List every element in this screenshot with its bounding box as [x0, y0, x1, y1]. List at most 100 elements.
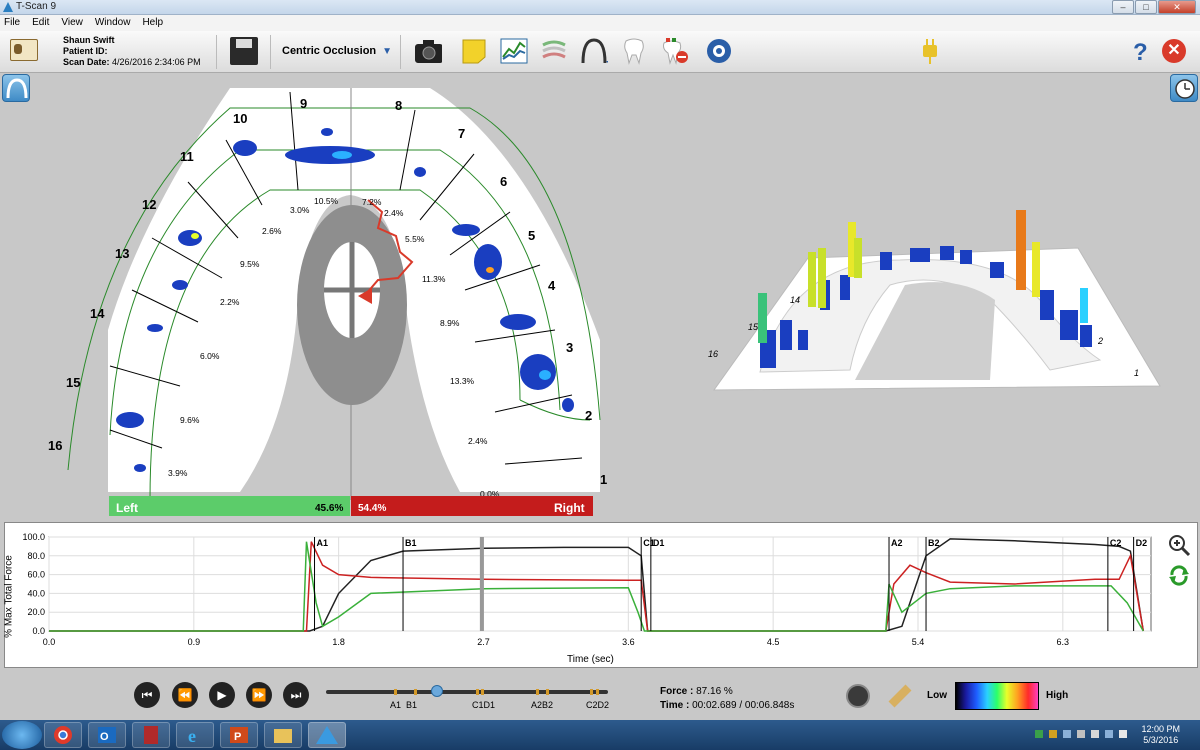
event-marker-label: C2 [1110, 538, 1122, 548]
svg-text:P: P [234, 731, 241, 743]
taskbar-chrome-icon[interactable] [44, 722, 82, 748]
y-tick-label: 40.0 [27, 588, 45, 598]
percentage-label: 11.3% [422, 274, 446, 284]
view3d-label: 1 [1134, 368, 1139, 378]
y-tick-label: 80.0 [27, 551, 45, 561]
taskbar-book-icon[interactable] [132, 722, 170, 748]
tooth-label: 8 [395, 98, 402, 113]
taskbar-powerpoint-icon[interactable]: P [220, 722, 258, 748]
timeline-marker [481, 689, 484, 695]
play-button[interactable]: ▶ [209, 682, 235, 708]
refresh-icon[interactable] [1167, 563, 1191, 587]
x-tick-label: 1.8 [332, 637, 345, 647]
timeline-marker [414, 689, 417, 695]
tooth-label: 16 [48, 438, 62, 453]
timeline-marker [394, 689, 397, 695]
taskbar-outlook-icon[interactable]: O [88, 722, 126, 748]
percentage-label: 6.0% [200, 351, 220, 361]
tooth-label: 9 [300, 96, 307, 111]
force-chart[interactable]: 100.0 80.0 60.0 40.0 20.0 0.00.0 0.9 1.8 2.7 3.6 4… [5, 523, 1165, 669]
y-tick-label: 100.0 [22, 532, 45, 542]
timeline-slider[interactable] [326, 685, 608, 697]
system-tray-icons[interactable] [1035, 730, 1135, 740]
tooth-label: 7 [458, 126, 465, 141]
event-marker-label: D1 [653, 538, 665, 548]
clock-time: 12:00 PM [1141, 724, 1180, 734]
timeline-label: A1 [390, 700, 402, 710]
view3d-label: 2 [1097, 336, 1103, 346]
rewind-button[interactable]: ⏪ [172, 682, 198, 708]
timeline-marker [596, 689, 599, 695]
tooth-label: 1 [600, 472, 607, 487]
percentage-label: 3.9% [168, 468, 188, 478]
event-marker-label: D2 [1136, 538, 1148, 548]
left-force-bar [109, 496, 350, 516]
y-tick-label: 20.0 [27, 607, 45, 617]
taskbar: O e P 12:00 PM 5/3/2016 [0, 720, 1200, 750]
start-button[interactable] [2, 721, 42, 749]
force-value: 87.16 % [696, 686, 733, 697]
ruler-icon[interactable] [888, 684, 912, 708]
gauge-icon[interactable] [846, 684, 870, 708]
timeline-knob[interactable] [430, 685, 443, 697]
percentage-label: 2.2% [220, 297, 240, 307]
zoom-in-icon[interactable] [1167, 533, 1191, 557]
tooth-label: 6 [500, 174, 507, 189]
force-color-scale [955, 682, 1039, 710]
time-value: 00:02.689 / 00:06.848s [692, 700, 795, 711]
taskbar-explorer-icon[interactable] [264, 722, 302, 748]
fast-forward-button[interactable]: ⏩ [246, 682, 272, 708]
taskbar-ie-icon[interactable]: e [176, 722, 214, 748]
timeline-label: C1D1 [472, 700, 496, 710]
percentage-label: 2.4% [468, 436, 488, 446]
force-time-graph[interactable]: % Max Total Force 100.0 80.0 60.0 40.0 20.0 0… [4, 522, 1198, 668]
view3d-label: 14 [790, 295, 800, 305]
tooth-label: 10 [233, 111, 247, 126]
percentage-label: 13.3% [450, 376, 475, 386]
skip-end-button[interactable]: ⏭ [283, 682, 309, 708]
percentage-label: 2.4% [384, 208, 404, 218]
percentage-label: 7.2% [362, 197, 382, 207]
legend-high: High [1046, 690, 1069, 701]
right-label: Right [554, 501, 585, 515]
skip-start-button[interactable]: ⏮ [134, 682, 160, 708]
system-clock[interactable]: 12:00 PM 5/3/2016 [1141, 724, 1180, 746]
taskbar-tscan-icon[interactable] [308, 722, 346, 748]
tooth-label: 5 [528, 228, 535, 243]
x-axis-label: Time (sec) [567, 654, 614, 665]
view3d-label: 15 [748, 322, 759, 332]
tooth-label: 4 [548, 278, 556, 293]
tooth-label: 2 [585, 408, 592, 423]
left-label: Left [116, 501, 138, 515]
event-marker-label: B1 [405, 538, 417, 548]
legend-low: Low [927, 690, 947, 701]
force-label: Force : [660, 686, 694, 697]
percentage-label: 9.5% [240, 259, 260, 269]
x-tick-label: 6.3 [1057, 637, 1070, 647]
tooth-label: 3 [566, 340, 573, 355]
time-label: Time : [660, 700, 690, 711]
x-tick-label: 0.0 [43, 637, 56, 647]
timeline-label: A2B2 [531, 700, 554, 710]
percentage-label: 9.6% [180, 415, 200, 425]
timeline-marker [476, 689, 479, 695]
x-tick-label: 2.7 [477, 637, 490, 647]
x-tick-label: 5.4 [912, 637, 925, 647]
y-tick-label: 60.0 [27, 570, 45, 580]
tooth-label: 15 [66, 375, 80, 390]
event-marker-label: B2 [928, 538, 940, 548]
left-percentage: 45.6% [315, 503, 343, 514]
event-marker-label: A1 [317, 538, 329, 548]
x-tick-label: 3.6 [622, 637, 635, 647]
percentage-label: 5.5% [405, 234, 425, 244]
y-tick-label: 0.0 [32, 626, 45, 636]
right-percentage: 54.4% [358, 503, 386, 514]
timeline-marker [536, 689, 539, 695]
tooth-label: 13 [115, 246, 129, 261]
force-readout: Force : 87.16 % Time : 00:02.689 / 00:06… [660, 685, 794, 713]
svg-text:O: O [100, 731, 109, 743]
force-3d-view[interactable]: 15 16 14 2 1 [708, 210, 1161, 391]
tooth-label: 11 [180, 149, 194, 164]
occlusal-force-map[interactable]: 1 2 3 4 5 6 7 8 9 10 11 12 13 14 15 16 1… [0, 0, 1200, 520]
timeline-marker [590, 689, 593, 695]
